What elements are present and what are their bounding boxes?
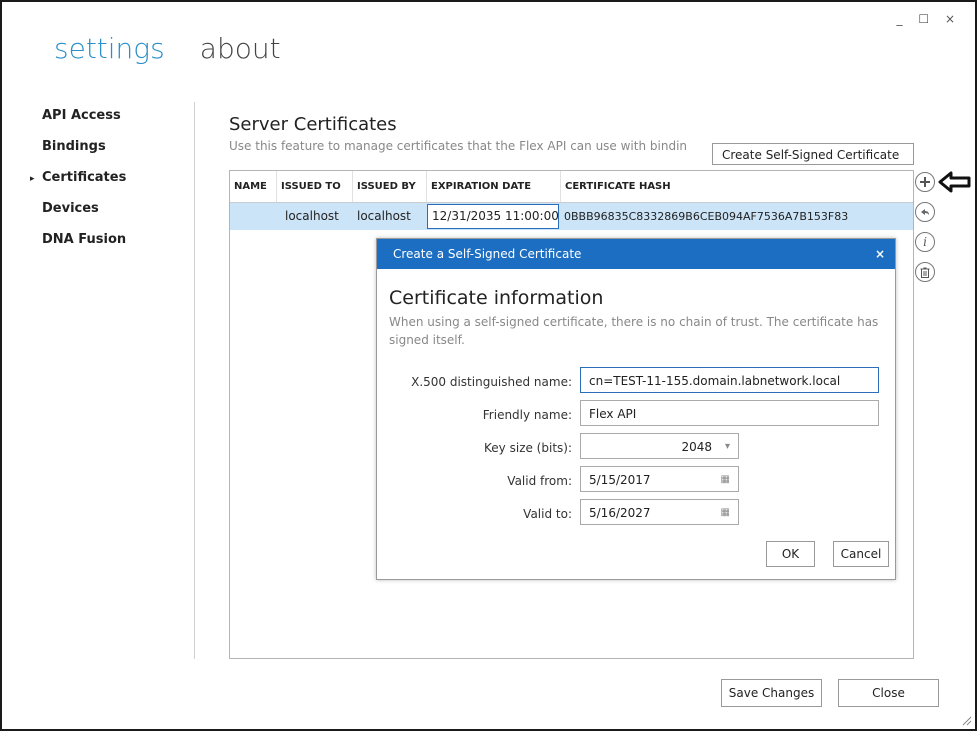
key-size-select[interactable]: 2048 ▾ <box>580 433 739 459</box>
table-header: NAME ISSUED TO ISSUED BY EXPIRATION DATE… <box>230 171 913 203</box>
info-icon[interactable]: i <box>915 232 935 252</box>
column-header-issued-by[interactable]: ISSUED BY <box>353 171 427 202</box>
resize-grip-icon[interactable] <box>960 714 972 726</box>
friendly-name-label: Friendly name: <box>482 408 572 422</box>
sidebar-item-devices[interactable]: Devices <box>42 201 182 232</box>
valid-to-field[interactable]: 5/16/2027 ▦ <box>580 499 739 525</box>
valid-from-label: Valid from: <box>507 474 572 488</box>
sidebar: API Access Bindings ▸ Certificates Devic… <box>30 108 182 263</box>
window-controls: _ ☐ × <box>897 12 961 26</box>
page-description: Use this feature to manage certificates … <box>229 139 688 153</box>
dialog-note: When using a self-signed certificate, th… <box>389 315 879 347</box>
sidebar-item-dna-fusion[interactable]: DNA Fusion <box>42 232 182 263</box>
column-header-certificate-hash[interactable]: CERTIFICATE HASH <box>561 171 913 202</box>
action-icons: i <box>915 172 939 292</box>
sidebar-divider <box>194 102 195 659</box>
settings-window: _ ☐ × settings about API Access Bindings… <box>0 0 977 731</box>
valid-from-row: Valid from: 5/15/2017 ▦ <box>377 466 895 496</box>
friendly-name-row: Friendly name: Flex API <box>377 400 895 430</box>
dialog-title: Create a Self-Signed Certificate <box>393 247 582 261</box>
valid-to-value: 5/16/2027 <box>589 506 651 520</box>
undo-icon[interactable] <box>915 202 935 222</box>
ok-button[interactable]: OK <box>766 541 815 567</box>
table-row[interactable]: localhost localhost 12/31/2035 11:00:00 … <box>230 203 913 230</box>
valid-from-value: 5/15/2017 <box>589 473 651 487</box>
sidebar-item-label: Certificates <box>42 170 127 185</box>
dialog-heading: Certificate information <box>389 287 604 309</box>
page-title: Server Certificates <box>229 114 397 135</box>
dialog-header: Create a Self-Signed Certificate × <box>377 239 895 269</box>
friendly-name-field[interactable]: Flex API <box>580 400 879 426</box>
selected-marker-icon: ▸ <box>30 174 35 184</box>
valid-to-label: Valid to: <box>523 507 572 521</box>
column-header-name[interactable]: NAME <box>230 171 277 202</box>
cell-name <box>230 203 277 230</box>
calendar-icon[interactable]: ▦ <box>721 467 730 491</box>
sidebar-item-bindings[interactable]: Bindings <box>42 139 182 170</box>
maximize-button[interactable]: ☐ <box>918 12 935 26</box>
trash-icon[interactable] <box>915 262 935 282</box>
calendar-icon[interactable]: ▦ <box>721 500 730 524</box>
minimize-button[interactable]: _ <box>897 12 909 26</box>
cell-issued-to: localhost <box>285 209 339 223</box>
dn-field[interactable]: cn=TEST-11-155.domain.labnetwork.local <box>580 367 879 393</box>
sidebar-item-certificates[interactable]: ▸ Certificates <box>30 170 182 201</box>
dn-row: X.500 distinguished name: cn=TEST-11-155… <box>377 367 895 397</box>
valid-to-row: Valid to: 5/16/2027 ▦ <box>377 499 895 529</box>
key-size-row: Key size (bits): 2048 ▾ <box>377 433 895 463</box>
cancel-button[interactable]: Cancel <box>833 541 889 567</box>
sidebar-item-api-access[interactable]: API Access <box>42 108 182 139</box>
top-nav: settings about <box>54 32 281 65</box>
nav-settings[interactable]: settings <box>54 32 165 65</box>
tooltip: Create Self-Signed Certificate <box>712 143 914 165</box>
sidebar-item-label: Bindings <box>42 139 106 154</box>
sidebar-item-label: Devices <box>42 201 99 216</box>
chevron-down-icon: ▾ <box>724 441 730 452</box>
nav-about[interactable]: about <box>200 32 281 65</box>
sidebar-item-label: API Access <box>42 108 121 123</box>
key-size-value: 2048 <box>681 440 712 454</box>
column-header-expiration-date[interactable]: EXPIRATION DATE <box>427 171 561 202</box>
cell-issued-by: localhost <box>357 209 411 223</box>
dn-label: X.500 distinguished name: <box>411 375 572 389</box>
close-button[interactable]: Close <box>838 679 939 707</box>
cell-expiration-date: 12/31/2035 11:00:00 PM <box>427 204 559 229</box>
close-window-button[interactable]: × <box>945 12 961 26</box>
cell-certificate-hash: 0BBB96835C8332869B6CEB094AF7536A7B153F83 <box>564 210 849 223</box>
pointer-arrow-icon <box>938 171 971 193</box>
save-changes-button[interactable]: Save Changes <box>721 679 822 707</box>
column-header-issued-to[interactable]: ISSUED TO <box>277 171 353 202</box>
key-size-label: Key size (bits): <box>484 441 572 455</box>
valid-from-field[interactable]: 5/15/2017 ▦ <box>580 466 739 492</box>
add-icon[interactable] <box>915 172 935 192</box>
sidebar-item-label: DNA Fusion <box>42 232 127 247</box>
dialog-close-button[interactable]: × <box>875 239 885 269</box>
self-signed-certificate-dialog: Create a Self-Signed Certificate × Certi… <box>376 238 896 580</box>
